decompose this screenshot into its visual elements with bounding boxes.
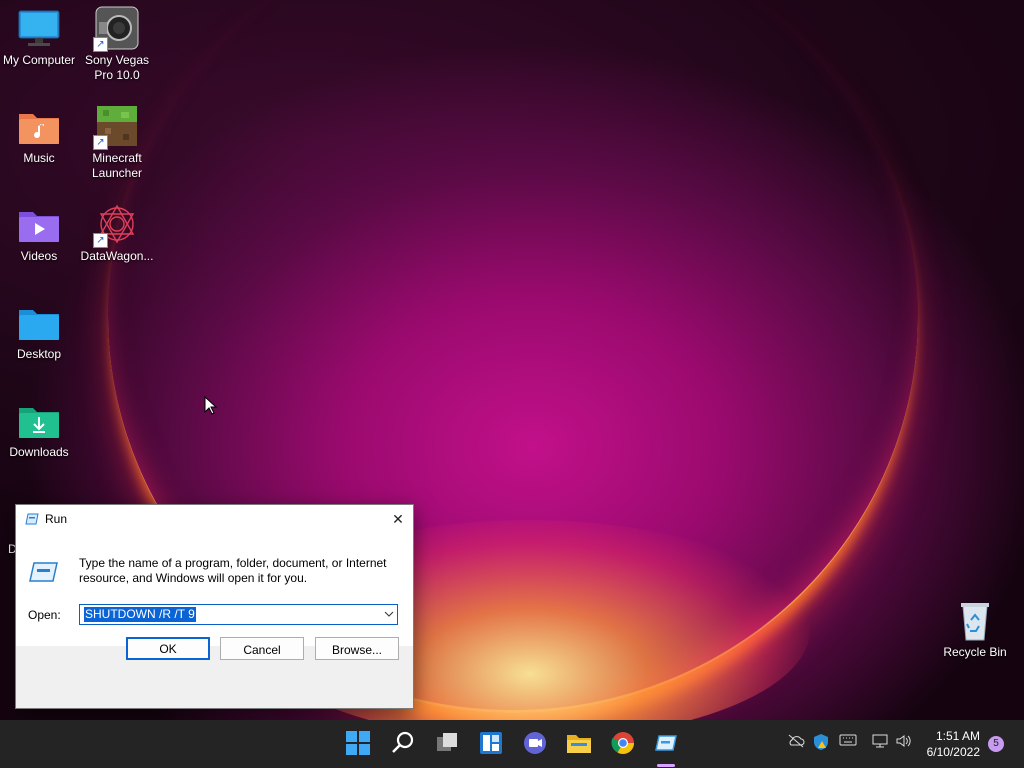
notification-badge[interactable]: 5 [988,736,1004,752]
chrome-icon[interactable] [610,730,638,758]
desktop-icon-label: My Computer [2,53,76,67]
active-app-indicator [657,764,675,767]
windows-start-icon[interactable] [345,730,373,758]
search-icon[interactable] [390,730,418,758]
run-program-icon [29,561,59,586]
mouse-cursor-icon [204,395,218,419]
open-label: Open: [28,608,61,622]
shortcut-arrow-icon: ↗ [93,37,108,52]
run-dialog-title: Run [45,512,68,526]
desktop-icon-sony-vegas[interactable]: ↗ Sony Vegas Pro 10.0 [78,0,156,83]
browse-button[interactable]: Browse... [315,637,399,660]
desktop-icon-label: Recycle Bin [943,645,1007,659]
run-dialog-body: Type the name of a program, folder, docu… [16,533,413,646]
desktop-folder-icon [17,300,61,344]
desktop-icon-label: Videos [20,249,58,263]
desktop-icon-label: DataWagon... [80,249,154,263]
system-clock[interactable]: 1:51 AM 6/10/2022 [927,728,980,760]
desktop-icon-my-computer[interactable]: My Computer [0,0,78,68]
run-icon[interactable] [653,730,681,758]
datawagon-icon: ↗ [93,202,139,248]
shortcut-arrow-icon: ↗ [93,135,108,150]
shortcut-arrow-icon: ↗ [93,233,108,248]
taskbar: 1:51 AM 6/10/2022 5 [0,720,1024,768]
clock-date: 6/10/2022 [926,745,980,759]
desktop-icon-label: Sony Vegas Pro 10.0 [84,53,150,82]
ok-button[interactable]: OK [126,637,210,660]
desktop-icon-datawagon[interactable]: ↗ DataWagon... [78,196,156,264]
desktop-icon-minecraft[interactable]: ↗ Minecraft Launcher [78,98,156,181]
cloud-offline-icon[interactable] [787,733,805,752]
desktop-icon-music[interactable]: Music [0,98,78,166]
widgets-icon[interactable] [478,730,506,758]
downloads-folder-icon [17,398,61,442]
file-explorer-icon[interactable] [566,730,594,758]
clock-time: 1:51 AM [935,729,980,743]
network-icon[interactable] [871,733,889,752]
music-folder-icon [17,104,61,148]
desktop-icon-recycle-bin[interactable]: Recycle Bin [936,592,1014,660]
task-view-icon[interactable] [434,730,462,758]
cancel-button[interactable]: Cancel [220,637,304,660]
close-icon[interactable]: ✕ [383,505,413,533]
teams-chat-icon[interactable] [522,730,550,758]
run-dialog-titlebar[interactable]: Run ✕ [16,505,413,533]
open-command-value[interactable]: SHUTDOWN /R /T 9 [84,607,196,622]
desktop-icon-label: Minecraft Launcher [91,151,143,180]
run-icon [25,513,39,528]
keyboard-icon[interactable] [839,733,857,750]
desktop-icon-downloads[interactable]: Downloads [0,392,78,460]
videos-folder-icon [17,202,61,246]
recycle-bin-icon [953,598,997,642]
minecraft-icon: ↗ [93,104,139,150]
security-warning-icon[interactable] [812,733,830,754]
chevron-down-icon[interactable] [384,606,394,625]
desktop-icon-label: Music [23,151,55,165]
desktop-icon-label: Desktop [16,347,62,361]
desktop-icon-desktop[interactable]: Desktop [0,294,78,362]
volume-icon[interactable] [895,733,913,752]
run-dialog: Run ✕ Type the name of a program, folder… [15,504,414,709]
open-command-input[interactable]: SHUTDOWN /R /T 9 [79,604,398,625]
desktop-icon-label: Downloads [9,445,69,459]
run-dialog-description: Type the name of a program, folder, docu… [79,556,387,585]
monitor-icon [17,6,61,50]
desktop-icon-videos[interactable]: Videos [0,196,78,264]
sony-vegas-icon: ↗ [93,6,139,52]
